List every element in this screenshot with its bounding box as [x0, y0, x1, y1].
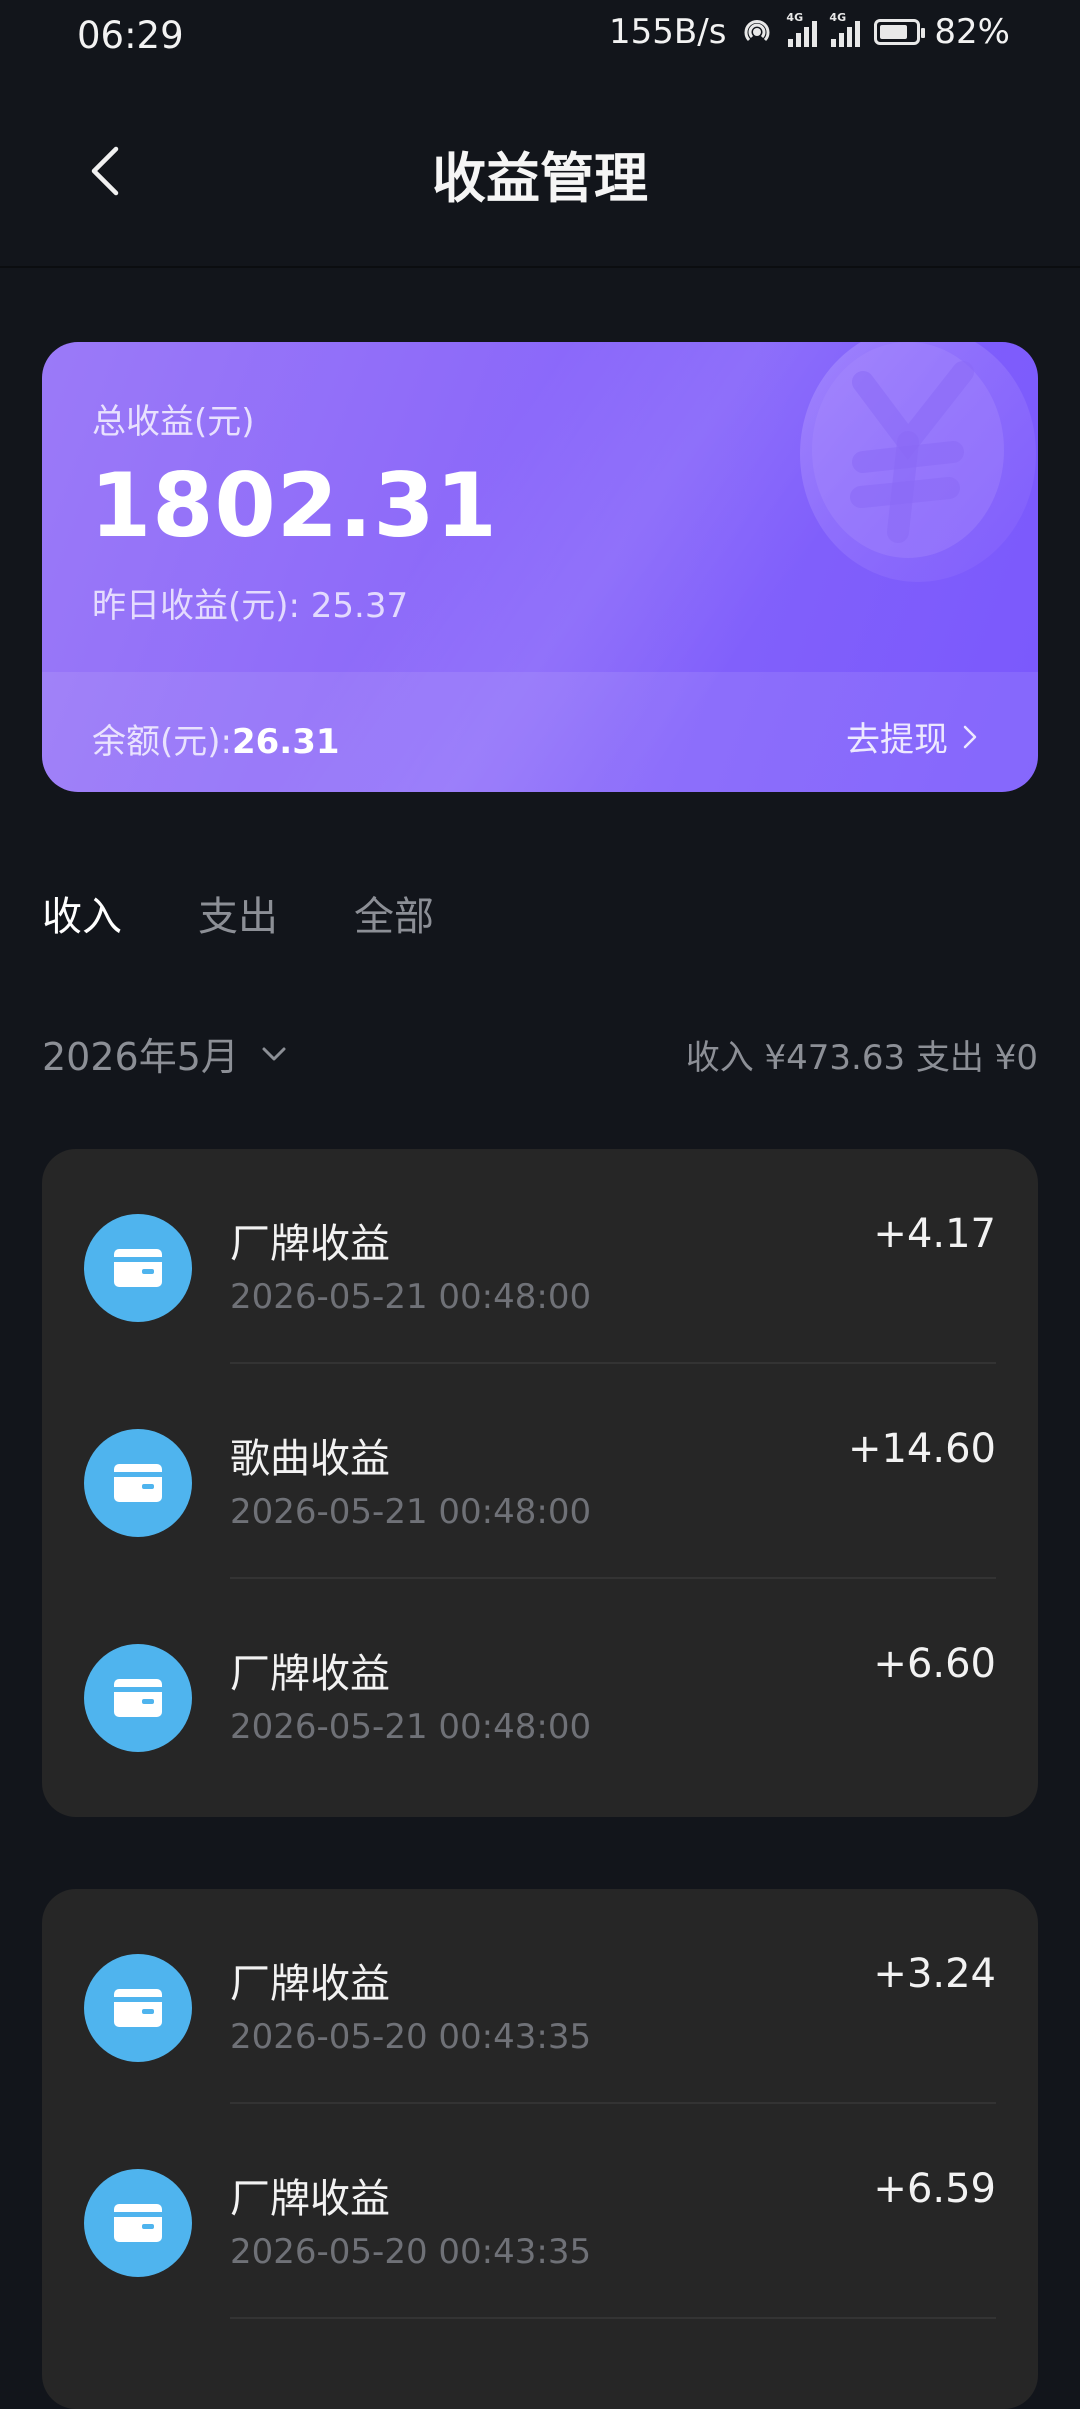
- balance-label: 余额(元):: [92, 722, 232, 762]
- filter-row: 2026年5月 收入 ¥473.63 支出 ¥0: [42, 1026, 1038, 1086]
- wallet-icon: [84, 2169, 192, 2277]
- battery-icon: [874, 19, 926, 45]
- transaction-row[interactable]: 厂牌收益 2026-05-20 00:43:35 +3.24: [42, 1889, 1038, 2104]
- withdraw-button[interactable]: 去提现: [846, 712, 978, 761]
- wallet-icon: [84, 1214, 192, 1322]
- transaction-time: 2026-05-21 00:48:00: [230, 1277, 592, 1317]
- transaction-time: 2026-05-20 00:43:35: [230, 2232, 592, 2272]
- tab-income[interactable]: 收入: [42, 884, 122, 942]
- card-top-section: 总收益(元) 1802.31 昨日收益(元): 25.37: [42, 342, 1038, 672]
- transaction-amount: +6.60: [873, 1641, 996, 1687]
- battery-percent: 82%: [934, 12, 1010, 52]
- chevron-down-icon: [262, 1047, 286, 1060]
- battery-fill: [880, 25, 908, 39]
- network-speed: 155B/s: [609, 12, 727, 52]
- earnings-summary-card: 总收益(元) 1802.31 昨日收益(元): 25.37 余额(元):26.3…: [42, 342, 1038, 792]
- total-earnings-value: 1802.31: [90, 454, 498, 557]
- transaction-title: 厂牌收益: [230, 2176, 390, 2222]
- transaction-group: 厂牌收益 2026-05-20 00:43:35 +3.24 厂牌收益 2026…: [42, 1889, 1038, 2409]
- tab-expense[interactable]: 支出: [198, 884, 278, 942]
- transaction-group: 厂牌收益 2026-05-21 00:48:00 +4.17 歌曲收益 2026…: [42, 1149, 1038, 1817]
- transaction-amount: +6.59: [873, 2166, 996, 2212]
- top-app-bar: 收益管理: [0, 76, 1080, 268]
- balance-value: 26.31: [231, 722, 340, 762]
- wallet-icon: [84, 1644, 192, 1752]
- yesterday-earnings: 昨日收益(元): 25.37: [92, 586, 409, 626]
- status-bar: 06:29 155B/s 4G 4G 82%: [0, 0, 1080, 76]
- month-value: 2026年5月: [42, 1035, 239, 1079]
- transaction-title: 歌曲收益: [230, 1436, 390, 1482]
- signal-label-sim2: 4G: [829, 11, 847, 24]
- status-time: 06:29: [77, 14, 184, 57]
- transaction-time: 2026-05-20 00:43:35: [230, 2017, 592, 2057]
- total-earnings-label: 总收益(元): [92, 402, 255, 442]
- transaction-row[interactable]: 厂牌收益 2026-05-21 00:48:00 +4.17: [42, 1149, 1038, 1364]
- wallet-icon: [84, 1429, 192, 1537]
- transaction-row[interactable]: 厂牌收益 2026-05-21 00:48:00 +6.60: [42, 1579, 1038, 1794]
- transaction-amount: +3.24: [873, 1951, 996, 1997]
- transaction-type-tabs: 收入 支出 全部: [42, 884, 434, 942]
- status-icons: 155B/s 4G 4G 82%: [609, 11, 1010, 52]
- month-selector[interactable]: 2026年5月: [42, 1026, 287, 1081]
- transaction-title: 厂牌收益: [230, 1961, 390, 2007]
- card-balance-bar: 余额(元):26.31 去提现: [42, 672, 1038, 792]
- transaction-row[interactable]: 厂牌收益 2026-05-20 00:43:35 +6.59: [42, 2104, 1038, 2319]
- withdraw-label: 去提现: [846, 720, 948, 760]
- row-divider: [230, 2317, 996, 2319]
- signal-icon-sim1: 4G: [786, 11, 818, 47]
- month-summary: 收入 ¥473.63 支出 ¥0: [685, 1038, 1038, 1078]
- hotspot-icon: [740, 15, 774, 49]
- transaction-row[interactable]: 歌曲收益 2026-05-21 00:48:00 +14.60: [42, 1364, 1038, 1579]
- transaction-title: 厂牌收益: [230, 1221, 390, 1267]
- tab-all[interactable]: 全部: [354, 884, 434, 942]
- wallet-icon: [84, 1954, 192, 2062]
- chevron-right-icon: [963, 725, 977, 748]
- transaction-amount: +14.60: [847, 1426, 996, 1472]
- transaction-time: 2026-05-21 00:48:00: [230, 1707, 592, 1747]
- signal-label-sim1: 4G: [786, 11, 804, 24]
- page-title: 收益管理: [432, 147, 648, 210]
- signal-icon-sim2: 4G: [829, 11, 861, 47]
- balance: 余额(元):26.31: [92, 714, 340, 763]
- transaction-amount: +4.17: [873, 1211, 996, 1257]
- transaction-title: 厂牌收益: [230, 1651, 390, 1697]
- transaction-time: 2026-05-21 00:48:00: [230, 1492, 592, 1532]
